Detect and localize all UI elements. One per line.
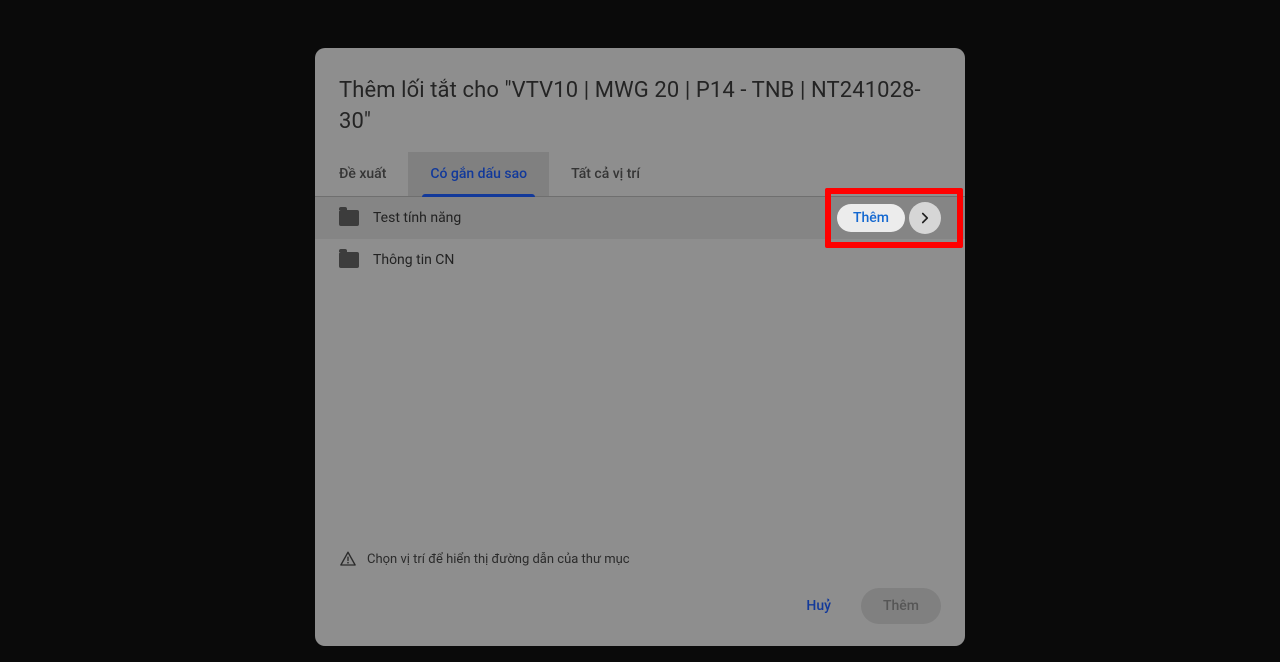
modal-overlay: Thêm lối tắt cho "VTV10 | MWG 20 | P14 -… xyxy=(0,0,1280,662)
folder-name: Thông tin CN xyxy=(373,252,941,268)
alert-triangle-icon xyxy=(339,550,357,568)
dialog-footer: Huỷ Thêm xyxy=(315,588,965,646)
folder-list: Test tính năng Thêm Thông tin CN xyxy=(315,197,965,550)
tab-starred[interactable]: Có gắn dấu sao xyxy=(408,152,549,196)
tab-suggested[interactable]: Đề xuất xyxy=(339,152,408,196)
folder-row[interactable]: Thông tin CN xyxy=(315,239,965,281)
cancel-button[interactable]: Huỷ xyxy=(794,588,843,624)
folder-name: Test tính năng xyxy=(373,210,837,226)
confirm-button: Thêm xyxy=(861,588,941,624)
row-actions: Thêm xyxy=(837,202,941,234)
tab-all-locations[interactable]: Tất cả vị trí xyxy=(549,152,662,196)
hint-text: Chọn vị trí để hiển thị đường dẫn của th… xyxy=(367,552,630,567)
folder-icon xyxy=(339,252,359,268)
footer-hint: Chọn vị trí để hiển thị đường dẫn của th… xyxy=(315,550,965,568)
navigate-into-button[interactable] xyxy=(909,202,941,234)
dialog-header: Thêm lối tắt cho "VTV10 | MWG 20 | P14 -… xyxy=(315,48,965,138)
dialog-title: Thêm lối tắt cho "VTV10 | MWG 20 | P14 -… xyxy=(339,76,941,138)
folder-icon xyxy=(339,210,359,226)
add-here-button[interactable]: Thêm xyxy=(837,204,905,232)
shortcut-dialog: Thêm lối tắt cho "VTV10 | MWG 20 | P14 -… xyxy=(315,48,965,646)
tabs: Đề xuất Có gắn dấu sao Tất cả vị trí xyxy=(315,152,965,197)
folder-row[interactable]: Test tính năng Thêm xyxy=(315,197,965,239)
chevron-right-icon xyxy=(916,209,934,227)
